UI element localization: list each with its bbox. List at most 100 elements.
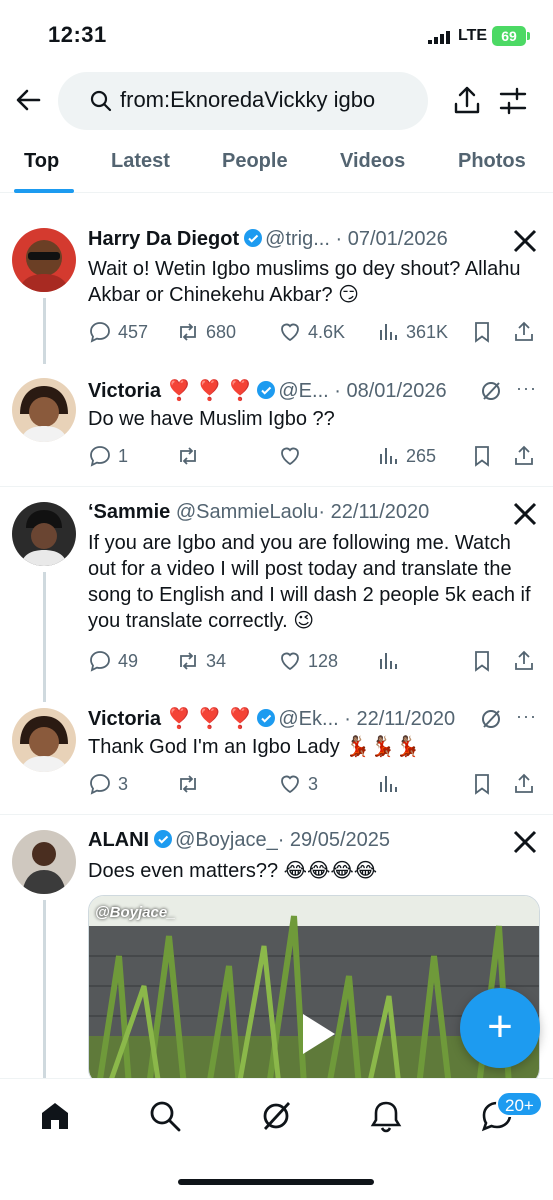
- tweet-header: ALANI @Boyjace_· 29/05/2025: [88, 829, 390, 852]
- tab-people[interactable]: People: [222, 150, 288, 173]
- grok-icon[interactable]: [259, 1099, 293, 1133]
- reply-button[interactable]: 49: [88, 647, 138, 675]
- avatar[interactable]: [12, 502, 76, 566]
- share-button[interactable]: [512, 647, 536, 675]
- like-button[interactable]: 3: [278, 770, 318, 798]
- battery-indicator: 69: [492, 26, 530, 46]
- network-type: LTE: [458, 27, 488, 44]
- grok-icon[interactable]: [480, 708, 502, 730]
- avatar[interactable]: [12, 378, 76, 442]
- retweet-count: 680: [206, 321, 237, 342]
- tweet-text: If you are Igbo and you are following me…: [88, 532, 531, 632]
- divider: [0, 814, 553, 815]
- retweet-icon: [180, 323, 196, 341]
- tab-videos[interactable]: Videos: [340, 150, 405, 173]
- search-box[interactable]: from:EknoredaVickky igbo: [58, 72, 428, 130]
- tab-latest[interactable]: Latest: [111, 150, 170, 173]
- bookmark-button[interactable]: [470, 647, 494, 675]
- author-handle[interactable]: @E...: [278, 380, 328, 402]
- verified-badge-icon: [257, 709, 276, 727]
- share-icon: [515, 445, 533, 465]
- avatar[interactable]: [12, 228, 76, 292]
- reply-icon: [90, 774, 110, 795]
- search-icon[interactable]: [148, 1099, 182, 1133]
- author-name[interactable]: ALANI: [88, 829, 149, 851]
- author-handle[interactable]: @Boyjace_: [175, 829, 278, 851]
- verified-badge-icon: [154, 830, 173, 848]
- heart-icon: [281, 323, 299, 342]
- reply-button[interactable]: 1: [88, 442, 128, 470]
- tweet-header: ‘Sammie @SammieLaolu· 22/11/2020: [88, 501, 429, 524]
- reply-icon: [90, 446, 110, 467]
- bookmark-icon: [475, 446, 489, 467]
- author-name[interactable]: Harry Da Diegot: [88, 228, 239, 250]
- tab-top[interactable]: Top: [24, 150, 59, 173]
- play-icon[interactable]: [287, 1006, 343, 1062]
- reply-button[interactable]: 457: [88, 318, 148, 346]
- avatar[interactable]: [12, 708, 76, 772]
- search-query[interactable]: from:EknoredaVickky igbo: [120, 87, 375, 113]
- share-icon[interactable]: [452, 84, 482, 116]
- share-button[interactable]: [512, 442, 536, 470]
- notifications-bell-icon[interactable]: [369, 1099, 403, 1133]
- tweet-actions: 1 265: [88, 442, 543, 470]
- heart-icon: [281, 652, 299, 671]
- bookmark-icon: [475, 651, 489, 672]
- search-tabs: Top Latest People Videos Photos: [0, 135, 553, 193]
- divider: [0, 486, 553, 487]
- video-watermark: @Boyjace_: [95, 904, 176, 921]
- bookmark-button[interactable]: [470, 442, 494, 470]
- home-icon[interactable]: [38, 1099, 72, 1133]
- tweet-actions: 3 3: [88, 770, 543, 798]
- verified-badge-icon: [244, 229, 263, 247]
- like-count: 128: [308, 650, 339, 671]
- tweet-text: Do we have Muslim Igbo ??: [88, 408, 335, 430]
- bookmark-icon: [475, 322, 489, 343]
- retweet-button[interactable]: [176, 770, 206, 798]
- tweet-actions: 49 34 128: [88, 647, 543, 675]
- back-arrow-icon[interactable]: [12, 84, 44, 116]
- tweet-text: Does even matters?? 😂😂😂😂: [88, 860, 378, 882]
- grok-icon[interactable]: [480, 380, 502, 402]
- bookmark-button[interactable]: [470, 318, 494, 346]
- heart-icon: [281, 775, 299, 794]
- author-handle[interactable]: @Ek...: [278, 708, 338, 730]
- author-name[interactable]: ‘Sammie: [88, 501, 170, 523]
- compose-tweet-button[interactable]: +: [460, 988, 540, 1068]
- more-options-icon[interactable]: ···: [516, 706, 537, 727]
- views-button[interactable]: 265: [376, 442, 436, 470]
- thread-line: [43, 298, 46, 364]
- retweet-count: 34: [206, 650, 227, 671]
- more-options-icon[interactable]: ···: [516, 378, 537, 399]
- author-name[interactable]: Victoria ❣️ ❣️ ❣️: [88, 708, 252, 730]
- like-button[interactable]: [278, 442, 308, 470]
- views-button[interactable]: 361K: [376, 318, 448, 346]
- views-button[interactable]: [376, 770, 406, 798]
- reply-count: 49: [118, 650, 139, 671]
- x-logo-icon: [513, 830, 537, 854]
- like-button[interactable]: 4.6K: [278, 318, 345, 346]
- author-handle[interactable]: @trig...: [265, 228, 330, 250]
- bookmark-button[interactable]: [470, 770, 494, 798]
- share-button[interactable]: [512, 770, 536, 798]
- avatar[interactable]: [12, 830, 76, 894]
- tab-photos[interactable]: Photos: [458, 150, 526, 173]
- plus-icon: +: [487, 1002, 513, 1051]
- verified-badge-icon: [257, 381, 276, 399]
- search-filters-icon[interactable]: [498, 86, 528, 116]
- author-name[interactable]: Victoria ❣️ ❣️ ❣️: [88, 380, 252, 402]
- reply-count: 1: [118, 445, 129, 466]
- views-button[interactable]: [376, 647, 406, 675]
- reply-count: 3: [118, 773, 129, 794]
- tweet-header: Victoria ❣️ ❣️ ❣️ @Ek... · 22/11/2020: [88, 706, 455, 731]
- thread-line: [43, 900, 46, 1078]
- tweet-date: · 07/01/2026: [335, 228, 448, 250]
- retweet-button[interactable]: 34: [176, 647, 226, 675]
- reply-button[interactable]: 3: [88, 770, 128, 798]
- retweet-button[interactable]: [176, 442, 206, 470]
- share-button[interactable]: [512, 318, 536, 346]
- author-handle[interactable]: @SammieLaolu: [176, 501, 319, 523]
- retweet-button[interactable]: 680: [176, 318, 236, 346]
- analytics-icon: [380, 324, 397, 340]
- like-button[interactable]: 128: [278, 647, 338, 675]
